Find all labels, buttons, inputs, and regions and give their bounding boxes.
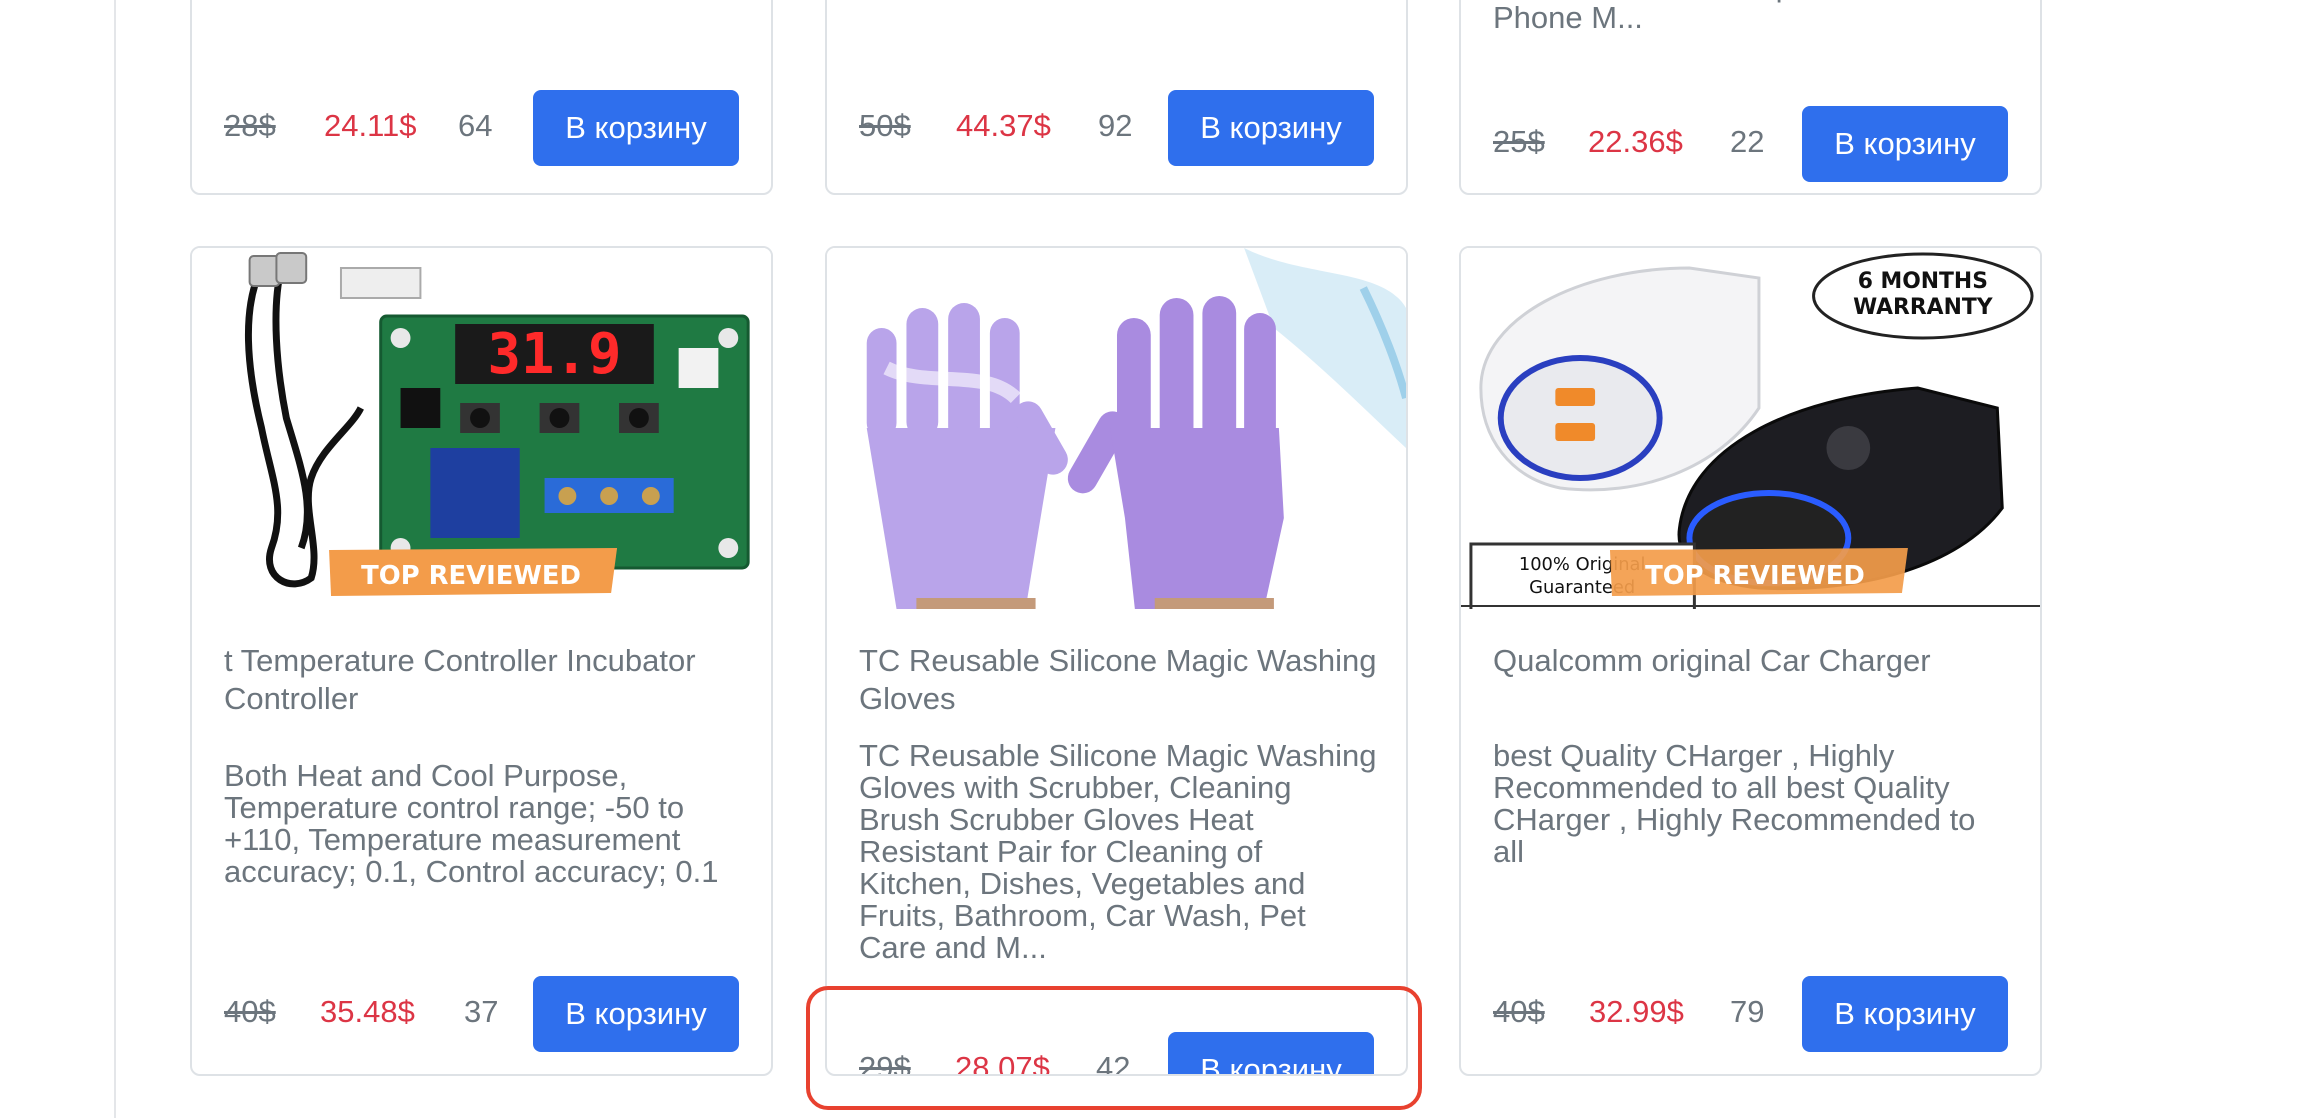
sidebar-divider	[114, 0, 116, 1118]
product-card: Auto AUX Audio Adapter With Mic For Phon…	[1459, 0, 2042, 195]
add-to-cart-button[interactable]: В корзину	[1802, 976, 2008, 1052]
price-row: 40$ 35.48$ 37 В корзину	[224, 976, 739, 1052]
stock-count: 64	[458, 108, 493, 143]
price-row: 40$ 32.99$ 79 В корзину	[1493, 976, 2008, 1052]
old-price: 25$	[1493, 124, 1545, 159]
product-description: Auto AUX Audio Adapter With Mic For Phon…	[1493, 0, 2012, 35]
product-image[interactable]	[827, 248, 1406, 609]
product-card: 31.9 TOP REVIEWED t Temperature Controll…	[190, 246, 773, 1076]
old-price: 29$	[859, 1050, 911, 1076]
product-card: 6 MONTHS WARRANTY 100% Original Guarante…	[1459, 246, 2042, 1076]
product-description: TC Reusable Silicone Magic Washing Glove…	[859, 738, 1377, 965]
sale-price: 35.48$	[320, 994, 415, 1029]
add-to-cart-button[interactable]: В корзину	[533, 90, 739, 166]
product-description: Both Heat and Cool Purpose, Temperature …	[224, 758, 719, 889]
stock-count: 22	[1730, 124, 1765, 159]
stock-count: 79	[1730, 994, 1765, 1029]
price-row: 50$ 44.37$ 92 В корзину	[859, 90, 1374, 166]
stock-count: 42	[1096, 1050, 1131, 1076]
svg-text:WARRANTY: WARRANTY	[1853, 295, 1994, 320]
sale-price: 24.11$	[324, 108, 417, 143]
add-to-cart-button[interactable]: В корзину	[1168, 1032, 1374, 1074]
thermostat-image: 31.9 TOP REVIEWED	[192, 248, 771, 609]
add-to-cart-button[interactable]: В корзину	[1168, 90, 1374, 166]
product-card: TC Reusable Silicone Magic Washing Glove…	[825, 246, 1408, 1076]
sale-price: 32.99$	[1589, 994, 1684, 1029]
svg-text:TOP REVIEWED: TOP REVIEWED	[1645, 561, 1865, 591]
sale-price: 28.07$	[955, 1050, 1050, 1076]
add-to-cart-button[interactable]: В корзину	[1802, 106, 2008, 182]
gloves-image	[827, 248, 1406, 609]
svg-text:31.9: 31.9	[488, 322, 622, 387]
price-row: 28$ 24.11$ 64 В корзину	[224, 90, 739, 166]
old-price: 40$	[1493, 994, 1545, 1029]
product-title[interactable]: TC Reusable Silicone Magic Washing Glove…	[859, 642, 1378, 718]
price-row: 25$ 22.36$ 22 В корзину	[1493, 106, 2008, 182]
product-description: best Quality CHarger , Highly Recommende…	[1493, 738, 1976, 869]
product-title[interactable]: t Temperature Controller Incubator Contr…	[224, 642, 743, 718]
stock-count: 92	[1098, 108, 1133, 143]
product-card: 50$ 44.37$ 92 В корзину	[825, 0, 1408, 195]
car-charger-image: 6 MONTHS WARRANTY 100% Original Guarante…	[1461, 248, 2040, 609]
stock-count: 37	[464, 994, 499, 1029]
sale-price: 22.36$	[1588, 124, 1683, 159]
sale-price: 44.37$	[956, 108, 1051, 143]
old-price: 50$	[859, 108, 911, 143]
old-price: 40$	[224, 994, 276, 1029]
add-to-cart-button[interactable]: В корзину	[533, 976, 739, 1052]
svg-text:TOP REVIEWED: TOP REVIEWED	[361, 561, 581, 591]
svg-text:6 MONTHS: 6 MONTHS	[1858, 269, 1988, 294]
product-image[interactable]: 31.9 TOP REVIEWED	[192, 248, 771, 609]
product-card: 28$ 24.11$ 64 В корзину	[190, 0, 773, 195]
price-row: 29$ 28.07$ 42 В корзину	[859, 1032, 1374, 1076]
old-price: 28$	[224, 108, 276, 143]
product-title[interactable]: Qualcomm original Car Charger	[1493, 642, 2012, 680]
product-image[interactable]: 6 MONTHS WARRANTY 100% Original Guarante…	[1461, 248, 2040, 609]
